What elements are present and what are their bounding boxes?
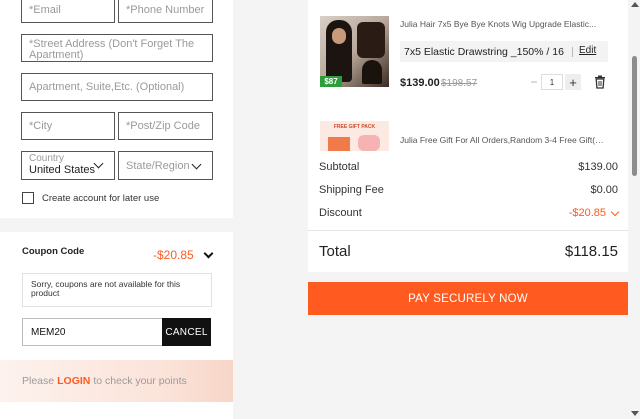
create-account-checkbox[interactable] [22,192,34,204]
shipping-row: Shipping Fee $0.00 [319,184,618,196]
coupon-code-value: MEM20 [31,326,66,338]
discount-toggle[interactable]: -$20.85 [568,207,620,219]
pay-securely-button[interactable]: PAY SECURELY NOW [308,282,628,315]
subtotal-label: Subtotal [319,161,360,173]
city-field[interactable]: *City [21,112,115,140]
product-original-price: $198.57 [441,78,478,89]
section-divider [0,218,233,232]
chevron-down-icon [203,248,214,258]
street-address-field[interactable]: *Street Address (Don't Forget The Apartm… [21,34,213,62]
postal-placeholder: *Post/Zip Code [126,120,200,132]
chevron-down-icon [610,207,620,216]
coupon-error-message: Sorry, coupons are not available for thi… [22,273,212,307]
create-account-row[interactable]: Create account for later use [22,192,159,204]
scroll-up-arrow-icon[interactable] [631,2,639,7]
discount-label: Discount [319,207,362,219]
variant-value: 7x5 Elastic Drawstring _150% / 16 [404,45,564,58]
create-account-label: Create account for later use [42,192,160,204]
chevron-down-icon [191,159,202,170]
edit-variant-link[interactable]: Edit [579,45,596,56]
subtotal-value: $139.00 [578,161,618,173]
price-badge: $87 [320,76,342,87]
shipping-label: Shipping Fee [319,184,384,196]
apartment-field[interactable]: Apartment, Suite,Etc. (Optional) [21,73,213,101]
email-placeholder: *Email [29,4,61,16]
product-price: $139.00 [400,77,440,89]
phone-placeholder: *Phone Number [126,4,205,16]
trash-icon[interactable] [594,75,606,89]
total-value: $118.15 [564,243,618,260]
total-divider [308,230,628,231]
minus-icon[interactable]: − [527,74,541,90]
discount-row[interactable]: Discount -$20.85 [319,207,620,219]
coupon-discount-amount: -$20.85 [153,248,194,262]
variant-separator [572,47,573,57]
state-placeholder: State/Region [126,159,190,172]
discount-value: -$20.85 [568,207,606,219]
subtotal-row: Subtotal $139.00 [319,161,618,173]
phone-field[interactable]: *Phone Number [118,0,213,23]
login-points-bar: Please LOGIN to check your points [0,360,233,402]
quantity-input[interactable]: 1 [541,74,563,90]
coupon-discount-toggle[interactable]: -$20.85 [153,248,214,262]
variant-selector[interactable]: 7x5 Elastic Drawstring _150% / 16 Edit [400,41,608,62]
total-row: Total $118.15 [319,243,618,260]
coupon-title: Coupon Code [22,246,85,257]
coupon-code-input[interactable]: MEM20 [22,318,163,346]
apartment-placeholder: Apartment, Suite,Etc. (Optional) [29,81,185,93]
city-placeholder: *City [29,120,53,132]
shipping-value: $0.00 [590,184,618,196]
panel-gap [233,0,307,419]
gift-title[interactable]: Julia Free Gift For All Orders,Random 3-… [400,135,605,145]
state-select[interactable]: State/Region [118,151,213,180]
plus-icon[interactable]: + [565,74,581,90]
gift-thumb-label: FREE GIFT PACK [333,124,376,130]
scroll-down-arrow-icon[interactable] [631,411,639,416]
scrollbar-thumb[interactable] [632,56,637,176]
checkout-form-panel [0,0,233,419]
email-field[interactable]: *Email [21,0,115,23]
login-prompt-before: Please [22,375,55,387]
country-select[interactable]: Country United States [21,151,115,180]
login-prompt-after: to check your points [93,375,187,387]
street-placeholder: *Street Address (Don't Forget The Apartm… [29,38,195,61]
gift-image[interactable]: FREE GIFT PACK [320,121,389,151]
coupon-cancel-button[interactable]: CANCEL [162,318,211,346]
login-link[interactable]: LOGIN [57,375,90,387]
postal-code-field[interactable]: *Post/Zip Code [118,112,213,140]
product-title[interactable]: Julia Hair 7x5 Bye Bye Knots Wig Upgrade… [400,19,605,29]
total-label: Total [319,243,351,260]
